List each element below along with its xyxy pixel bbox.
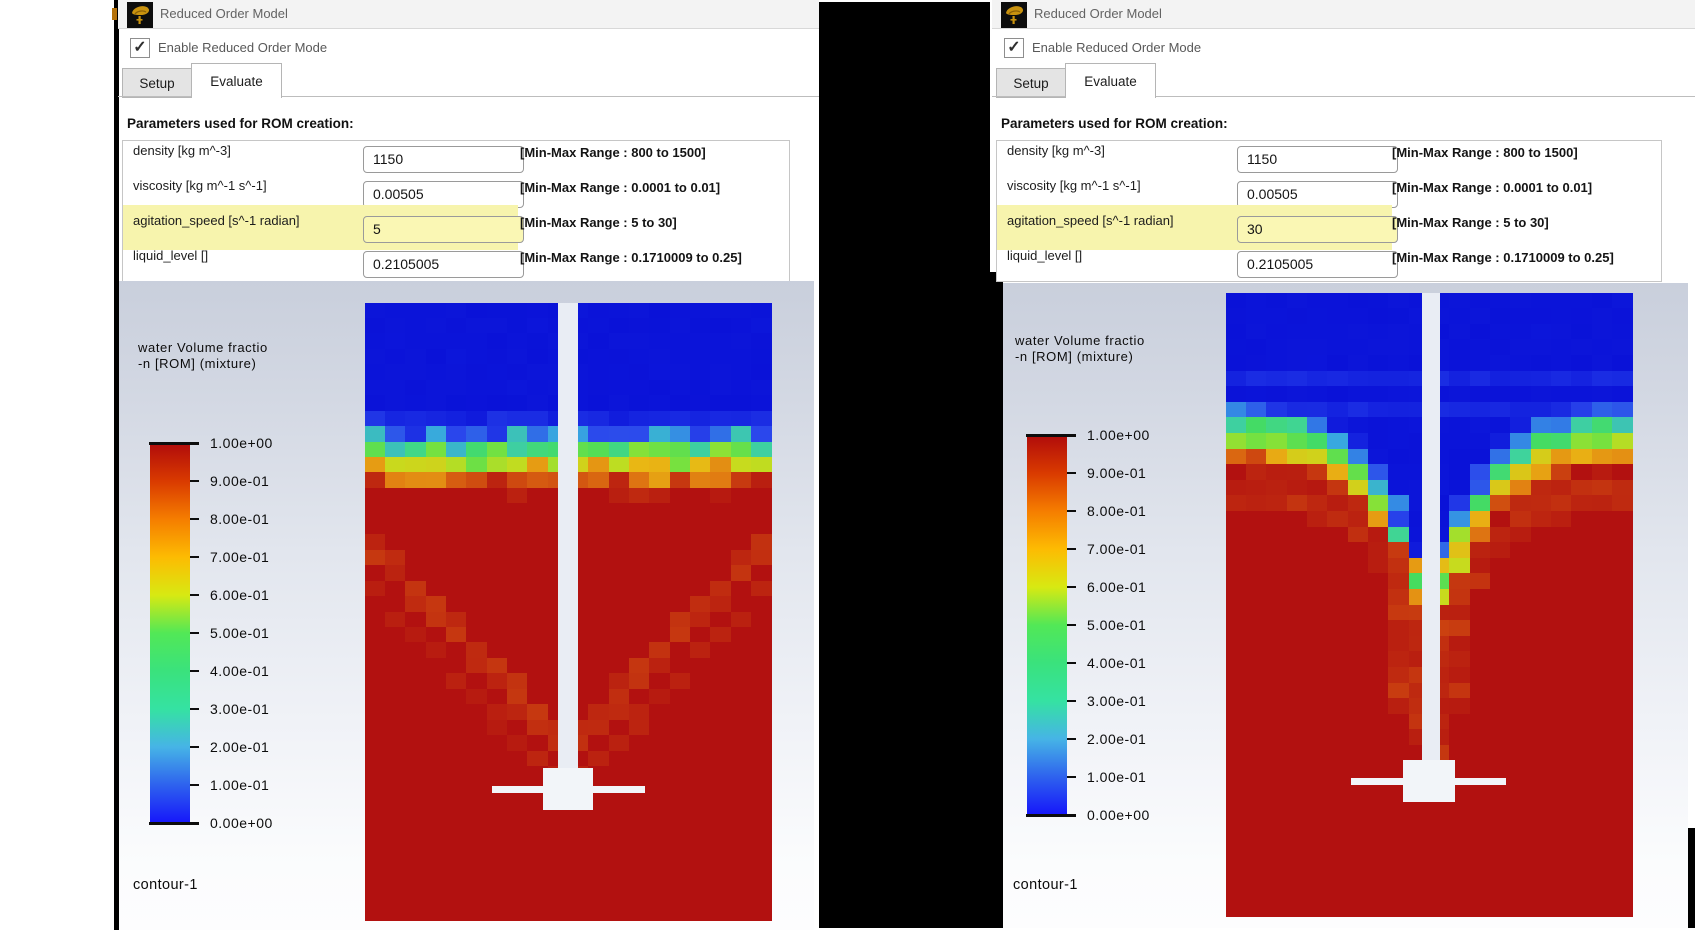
param-label-left: density [kg m^-3] bbox=[133, 143, 231, 158]
tab-setup-right[interactable]: Setup bbox=[996, 68, 1066, 98]
colorbar-tick-left bbox=[190, 556, 199, 558]
colorbar-tick-label-right: 2.00e-01 bbox=[1087, 731, 1146, 747]
param-value-input-right[interactable]: 1150 bbox=[1237, 146, 1398, 173]
colorbar-cap-left bbox=[149, 442, 199, 445]
colorbar-tick-right bbox=[1067, 662, 1076, 664]
colorbar-tick-label-left: 8.00e-01 bbox=[210, 511, 269, 527]
param-label-left: viscosity [kg m^-1 s^-1] bbox=[133, 178, 267, 193]
param-label-right: liquid_level [] bbox=[1007, 248, 1082, 263]
colorbar-tick-label-left: 2.00e-01 bbox=[210, 739, 269, 755]
panel-gap-black-strip bbox=[819, 2, 990, 928]
colorbar-tick-right bbox=[1067, 776, 1076, 778]
enable-rom-label-right: Enable Reduced Order Mode bbox=[1032, 40, 1201, 55]
colorbar-tick-right bbox=[1067, 510, 1076, 512]
colorbar-tick-left bbox=[190, 784, 199, 786]
colorbar-tick-right bbox=[1067, 472, 1076, 474]
colorbar-cap-right bbox=[1026, 434, 1076, 437]
param-minmax-range-right: [Min-Max Range : 0.0001 to 0.01] bbox=[1392, 180, 1592, 195]
colorbar-tick-label-left: 3.00e-01 bbox=[210, 701, 269, 717]
colorbar-tick-right bbox=[1067, 624, 1076, 626]
colorbar-tick-left bbox=[190, 746, 199, 748]
param-minmax-range-right: [Min-Max Range : 0.1710009 to 0.25] bbox=[1392, 250, 1614, 265]
colorbar-tick-left bbox=[190, 480, 199, 482]
params-header-left: Parameters used for ROM creation: bbox=[127, 116, 354, 131]
param-value-input-left[interactable]: 0.2105005 bbox=[363, 251, 524, 278]
colorbar-tick-label-left: 1.00e-01 bbox=[210, 777, 269, 793]
colorbar-tick-label-left: 4.00e-01 bbox=[210, 663, 269, 679]
colorbar-tick-right bbox=[1067, 548, 1076, 550]
tab-evaluate-right[interactable]: Evaluate bbox=[1065, 63, 1156, 98]
param-minmax-range-left: [Min-Max Range : 0.1710009 to 0.25] bbox=[520, 250, 742, 265]
panel-gap-black-sliver bbox=[990, 272, 1003, 928]
param-value-input-right[interactable]: 30 bbox=[1237, 216, 1398, 243]
colorbar-left bbox=[150, 443, 190, 823]
colorbar-right bbox=[1027, 435, 1067, 815]
colorbar-tick-left bbox=[190, 594, 199, 596]
tab-evaluate-left[interactable]: Evaluate bbox=[191, 63, 282, 98]
param-label-left: liquid_level [] bbox=[133, 248, 208, 263]
window-title-left: Reduced Order Model bbox=[160, 0, 288, 28]
contour-plot-left[interactable] bbox=[365, 303, 772, 921]
contour-name-label-right: contour-1 bbox=[1013, 877, 1078, 893]
colorbar-tick-label-right: 5.00e-01 bbox=[1087, 617, 1146, 633]
field-label-right: water Volume fractio -n [ROM] (mixture) bbox=[1015, 333, 1145, 365]
colorbar-tick-label-right: 8.00e-01 bbox=[1087, 503, 1146, 519]
params-header-right: Parameters used for ROM creation: bbox=[1001, 116, 1228, 131]
colorbar-tick-label-right: 6.00e-01 bbox=[1087, 579, 1146, 595]
enable-rom-label-left: Enable Reduced Order Mode bbox=[158, 40, 327, 55]
param-minmax-range-left: [Min-Max Range : 5 to 30] bbox=[520, 215, 677, 230]
colorbar-tick-label-left: 9.00e-01 bbox=[210, 473, 269, 489]
param-value-input-right[interactable]: 0.00505 bbox=[1237, 181, 1398, 208]
fluent-rom-icon-right bbox=[1001, 2, 1027, 28]
colorbar-tick-label-right: 9.00e-01 bbox=[1087, 465, 1146, 481]
colorbar-tick-label-right: 4.00e-01 bbox=[1087, 655, 1146, 671]
left-edge-artifact bbox=[112, 8, 117, 20]
colorbar-tick-label-left: 7.00e-01 bbox=[210, 549, 269, 565]
param-value-input-right[interactable]: 0.2105005 bbox=[1237, 251, 1398, 278]
field-label-left: water Volume fractio -n [ROM] (mixture) bbox=[138, 340, 268, 372]
colorbar-tick-label-left: 6.00e-01 bbox=[210, 587, 269, 603]
colorbar-tick-label-left: 5.00e-01 bbox=[210, 625, 269, 641]
param-label-right: density [kg m^-3] bbox=[1007, 143, 1105, 158]
colorbar-tick-right bbox=[1067, 700, 1076, 702]
colorbar-tick-label-right: 3.00e-01 bbox=[1087, 693, 1146, 709]
param-value-input-left[interactable]: 0.00505 bbox=[363, 181, 524, 208]
param-value-input-left[interactable]: 5 bbox=[363, 216, 524, 243]
colorbar-tick-left bbox=[190, 670, 199, 672]
window-title-right: Reduced Order Model bbox=[1034, 0, 1162, 28]
colorbar-tick-label-right: 0.00e+00 bbox=[1087, 807, 1150, 823]
colorbar-tick-left bbox=[190, 632, 199, 634]
param-minmax-range-left: [Min-Max Range : 800 to 1500] bbox=[520, 145, 706, 160]
tab-setup-left[interactable]: Setup bbox=[122, 68, 192, 98]
colorbar-tick-right bbox=[1067, 738, 1076, 740]
contour-plot-right[interactable] bbox=[1226, 293, 1633, 917]
colorbar-tick-label-right: 1.00e+00 bbox=[1087, 427, 1150, 443]
colorbar-tick-left bbox=[190, 518, 199, 520]
colorbar-tick-label-left: 1.00e+00 bbox=[210, 435, 273, 451]
param-minmax-range-right: [Min-Max Range : 5 to 30] bbox=[1392, 215, 1549, 230]
screenshot-root: Reduced Order Model ✓ Enable Reduced Ord… bbox=[0, 0, 1695, 935]
param-minmax-range-left: [Min-Max Range : 0.0001 to 0.01] bbox=[520, 180, 720, 195]
colorbar-tick-label-right: 1.00e-01 bbox=[1087, 769, 1146, 785]
enable-rom-checkbox-right[interactable]: ✓ bbox=[1004, 38, 1024, 58]
colorbar-cap-right bbox=[1026, 814, 1076, 817]
param-minmax-range-right: [Min-Max Range : 800 to 1500] bbox=[1392, 145, 1578, 160]
fluent-rom-icon-left bbox=[127, 2, 153, 28]
param-value-input-left[interactable]: 1150 bbox=[363, 146, 524, 173]
param-label-right: agitation_speed [s^-1 radian] bbox=[1007, 213, 1174, 228]
colorbar-tick-label-left: 0.00e+00 bbox=[210, 815, 273, 831]
colorbar-tick-right bbox=[1067, 586, 1076, 588]
colorbar-tick-left bbox=[190, 708, 199, 710]
colorbar-tick-label-right: 7.00e-01 bbox=[1087, 541, 1146, 557]
param-label-right: viscosity [kg m^-1 s^-1] bbox=[1007, 178, 1141, 193]
param-label-left: agitation_speed [s^-1 radian] bbox=[133, 213, 300, 228]
enable-rom-checkbox-left[interactable]: ✓ bbox=[130, 38, 150, 58]
contour-name-label-left: contour-1 bbox=[133, 877, 198, 893]
colorbar-cap-left bbox=[149, 822, 199, 825]
